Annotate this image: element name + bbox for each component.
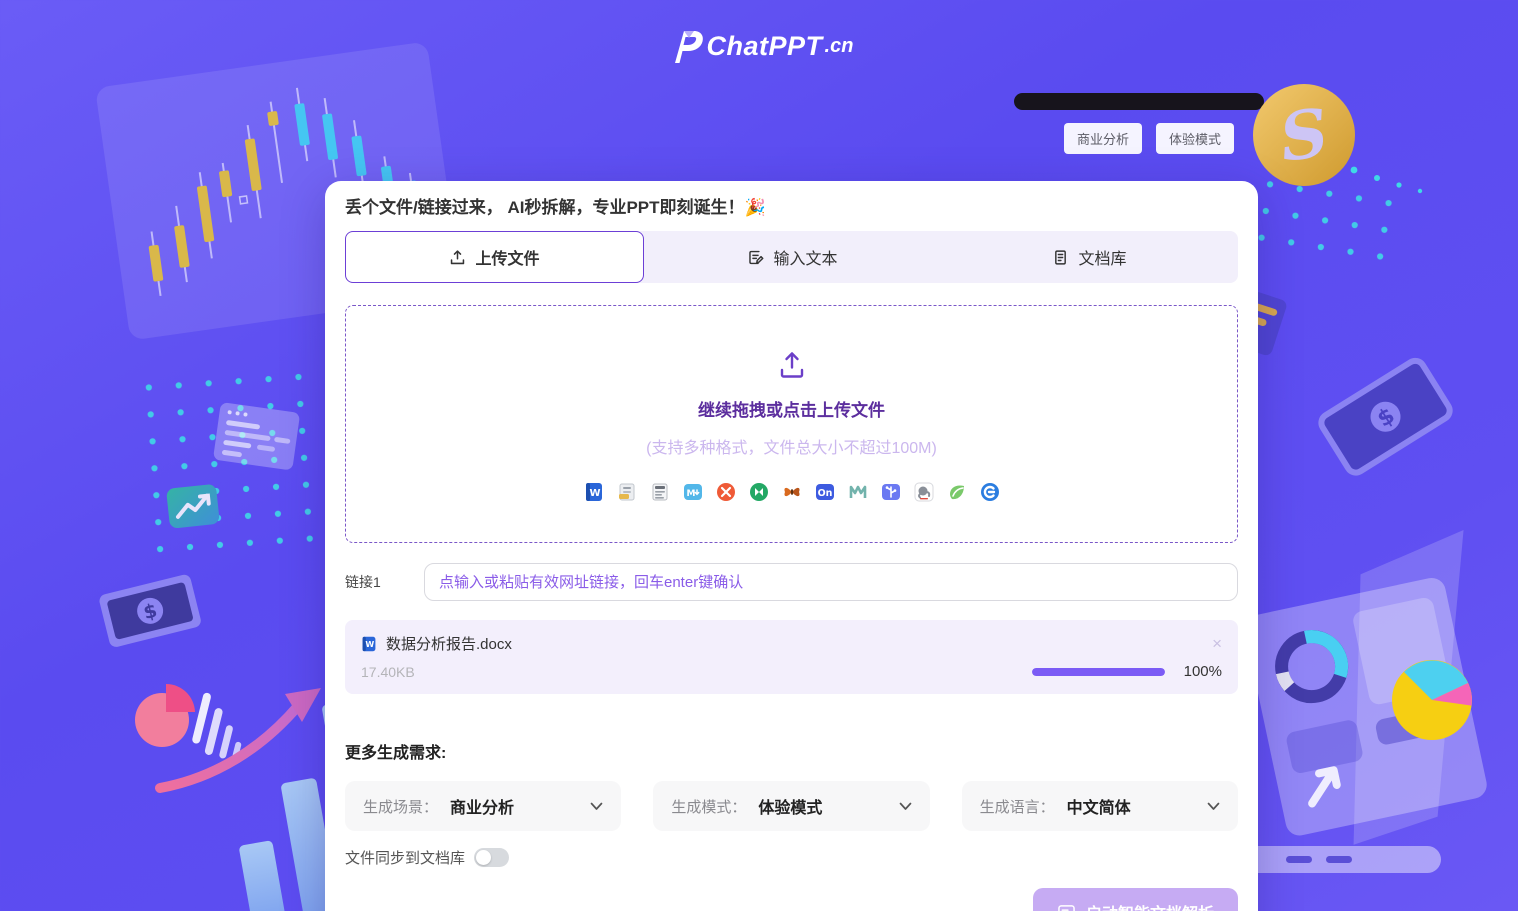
sync-toggle-label: 文件同步到文档库 bbox=[345, 850, 466, 867]
doc-scan-icon bbox=[1058, 904, 1075, 911]
tab-bar: 上传文件 输入文本 文档库 bbox=[345, 231, 1238, 283]
file-name: 数据分析报告.docx bbox=[386, 636, 512, 653]
tab-upload-file-label: 上传文件 bbox=[475, 251, 540, 268]
dropzone-subtitle: (支持多种格式，文件总大小不超过100M) bbox=[646, 440, 937, 457]
badge-scene: 商业分析 bbox=[1064, 123, 1143, 154]
library-icon bbox=[1055, 249, 1067, 265]
select-mode[interactable]: 生成模式： 体验模式 bbox=[653, 781, 930, 831]
select-language-value: 中文简体 bbox=[1066, 800, 1131, 817]
pie-chart-pink bbox=[135, 684, 195, 747]
more-needs-label: 更多生成需求: bbox=[345, 745, 447, 762]
progress-bar bbox=[1032, 667, 1165, 676]
progress-fill bbox=[1032, 667, 1165, 676]
pdf-icon bbox=[617, 482, 637, 502]
chevron-down-icon bbox=[899, 802, 912, 810]
progress-label: 100% bbox=[1183, 663, 1222, 680]
badge-mode: 体验模式 bbox=[1156, 123, 1235, 154]
processon-icon bbox=[980, 482, 1000, 502]
link-row: 链接1 bbox=[345, 563, 1238, 601]
link-label: 链接1 bbox=[345, 574, 381, 590]
close-icon[interactable]: × bbox=[1212, 635, 1222, 652]
pie-chart-yellow bbox=[1392, 660, 1472, 740]
brand-tld: .cn bbox=[824, 34, 854, 57]
tab-library-label: 文档库 bbox=[1078, 251, 1127, 268]
svg-text:W: W bbox=[589, 488, 600, 499]
laptop-dashboard-illustration bbox=[1226, 530, 1487, 873]
dropzone-title: 继续拖拽或点击上传文件 bbox=[698, 401, 885, 420]
chevron-down-icon bbox=[1207, 802, 1220, 810]
file-dropzone[interactable]: 继续拖拽或点击上传文件 (支持多种格式，文件总大小不超过100M) W M On bbox=[345, 305, 1238, 543]
freemind-icon bbox=[782, 482, 802, 502]
tab-input-text[interactable]: 输入文本 bbox=[644, 231, 941, 283]
page-title: 丢个文件/链接过来， AI秒拆解，专业PPT即刻诞生！🎉 bbox=[345, 198, 766, 217]
txt-icon bbox=[650, 482, 670, 502]
generation-options: 生成场景： 商业分析 生成模式： 体验模式 生成语言： 中文简体 bbox=[345, 781, 1238, 831]
start-parse-button[interactable]: 启动智能文档解析 bbox=[1032, 888, 1238, 911]
uploaded-file-item: W 数据分析报告.docx × 17.40KB 100% bbox=[345, 620, 1238, 694]
edrawmind-icon bbox=[749, 482, 769, 502]
dots-pattern-right bbox=[1242, 176, 1402, 278]
svg-text:M: M bbox=[686, 489, 695, 499]
svg-text:On: On bbox=[817, 488, 832, 499]
dots-trail bbox=[1350, 166, 1423, 194]
toggle-knob bbox=[476, 850, 492, 865]
word-icon: W bbox=[584, 482, 604, 502]
sync-toggle-row: 文件同步到文档库 bbox=[345, 847, 1238, 868]
tab-upload-file[interactable]: 上传文件 bbox=[345, 231, 644, 283]
brand-logo: ChatPPT .cn bbox=[0, 26, 1518, 66]
money-bill-right: $ bbox=[1318, 357, 1453, 476]
start-parse-button-label: 启动智能文档解析 bbox=[1086, 900, 1214, 911]
file-size: 17.40KB bbox=[361, 663, 415, 680]
tab-input-text-label: 输入文本 bbox=[773, 251, 838, 268]
upload-icon bbox=[451, 249, 465, 264]
select-mode-label: 生成模式： bbox=[671, 798, 747, 816]
markdown-icon: M bbox=[683, 482, 703, 502]
brand-p-icon bbox=[674, 31, 703, 63]
upload-cloud-icon bbox=[780, 352, 803, 378]
select-scene-value: 商业分析 bbox=[450, 800, 515, 817]
youdao-note-icon bbox=[947, 482, 967, 502]
upload-card: 丢个文件/链接过来， AI秒拆解，专业PPT即刻诞生！🎉 上传文件 输入文本 文… bbox=[325, 181, 1258, 911]
card-list-illustration bbox=[213, 402, 300, 470]
word-file-icon: W bbox=[362, 636, 376, 651]
mubu-icon bbox=[881, 482, 901, 502]
edit-icon bbox=[749, 250, 764, 264]
chevron-down-icon bbox=[590, 802, 603, 810]
tab-library[interactable]: 文档库 bbox=[941, 231, 1238, 283]
select-mode-value: 体验模式 bbox=[758, 800, 823, 817]
gold-coin: S bbox=[1253, 84, 1355, 186]
select-scene-label: 生成场景： bbox=[363, 798, 439, 816]
link-input[interactable] bbox=[424, 563, 1238, 601]
select-scene[interactable]: 生成场景： 商业分析 bbox=[345, 781, 622, 831]
brand-name: ChatPPT bbox=[706, 30, 823, 61]
sync-toggle[interactable] bbox=[474, 848, 510, 867]
supported-formats-row: W M On bbox=[584, 482, 1000, 502]
onenote-icon: On bbox=[815, 482, 835, 502]
laptop-edge-illustration bbox=[1014, 93, 1264, 110]
svg-text:W: W bbox=[365, 640, 374, 649]
mindmanager-icon bbox=[848, 482, 868, 502]
select-language-label: 生成语言： bbox=[979, 798, 1055, 816]
money-bill-left: $ bbox=[99, 574, 201, 647]
header-badges: 商业分析 体验模式 bbox=[1064, 123, 1235, 154]
select-language[interactable]: 生成语言： 中文简体 bbox=[961, 781, 1238, 831]
xmind-icon bbox=[716, 482, 736, 502]
trend-chart-icon bbox=[166, 484, 220, 528]
evernote-icon bbox=[914, 482, 934, 502]
